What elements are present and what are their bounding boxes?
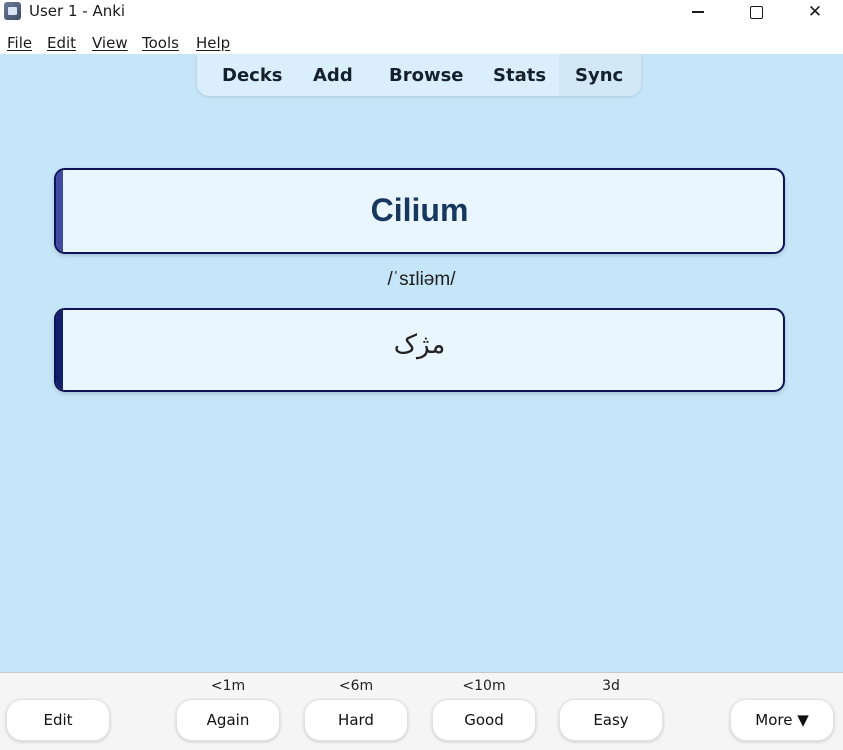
menu-bar: File Edit View Tools Help [0, 30, 843, 54]
maximize-icon [749, 5, 763, 19]
window-title: User 1 - Anki [29, 2, 126, 20]
nav-sync[interactable]: Sync [575, 65, 623, 86]
nav-add[interactable]: Add [313, 65, 353, 86]
maximize-button[interactable] [733, 0, 779, 24]
nav-browse[interactable]: Browse [389, 65, 464, 86]
hard-button[interactable]: Hard [304, 699, 408, 741]
menu-view[interactable]: View [92, 34, 128, 52]
nav-stats[interactable]: Stats [493, 65, 546, 86]
card-front: Cilium [54, 168, 785, 254]
reviewer-area: Decks Add Browse Stats Sync Cilium /ˈsɪl… [0, 54, 843, 672]
minimize-icon [692, 11, 704, 13]
menu-edit[interactable]: Edit [47, 34, 76, 52]
card-front-text: Cilium [370, 192, 469, 228]
card-back: مژک [54, 308, 785, 392]
interval-good: <10m [462, 678, 506, 694]
top-toolbar: Decks Add Browse Stats Sync [197, 54, 641, 96]
title-bar: User 1 - Anki ✕ [0, 0, 843, 30]
minimize-button[interactable] [675, 0, 721, 24]
close-icon: ✕ [807, 2, 823, 22]
close-button[interactable]: ✕ [792, 0, 838, 24]
interval-easy: 3d [602, 678, 620, 694]
good-button[interactable]: Good [432, 699, 536, 741]
menu-file[interactable]: File [7, 34, 32, 52]
again-button[interactable]: Again [176, 699, 280, 741]
card-back-text: مژک [393, 330, 446, 360]
pronunciation-text: /ˈsɪliəm/ [387, 269, 456, 290]
edit-button[interactable]: Edit [6, 699, 110, 741]
anki-app-icon [4, 2, 21, 20]
easy-button[interactable]: Easy [559, 699, 663, 741]
menu-help[interactable]: Help [196, 34, 230, 52]
nav-decks[interactable]: Decks [222, 65, 283, 86]
interval-again: <1m [210, 678, 246, 694]
more-button[interactable]: More ▼ [730, 699, 834, 741]
answer-bar: Edit <1m Again <6m Hard <10m Good 3d Eas… [0, 672, 843, 750]
menu-tools[interactable]: Tools [142, 34, 179, 52]
interval-hard: <6m [338, 678, 374, 694]
